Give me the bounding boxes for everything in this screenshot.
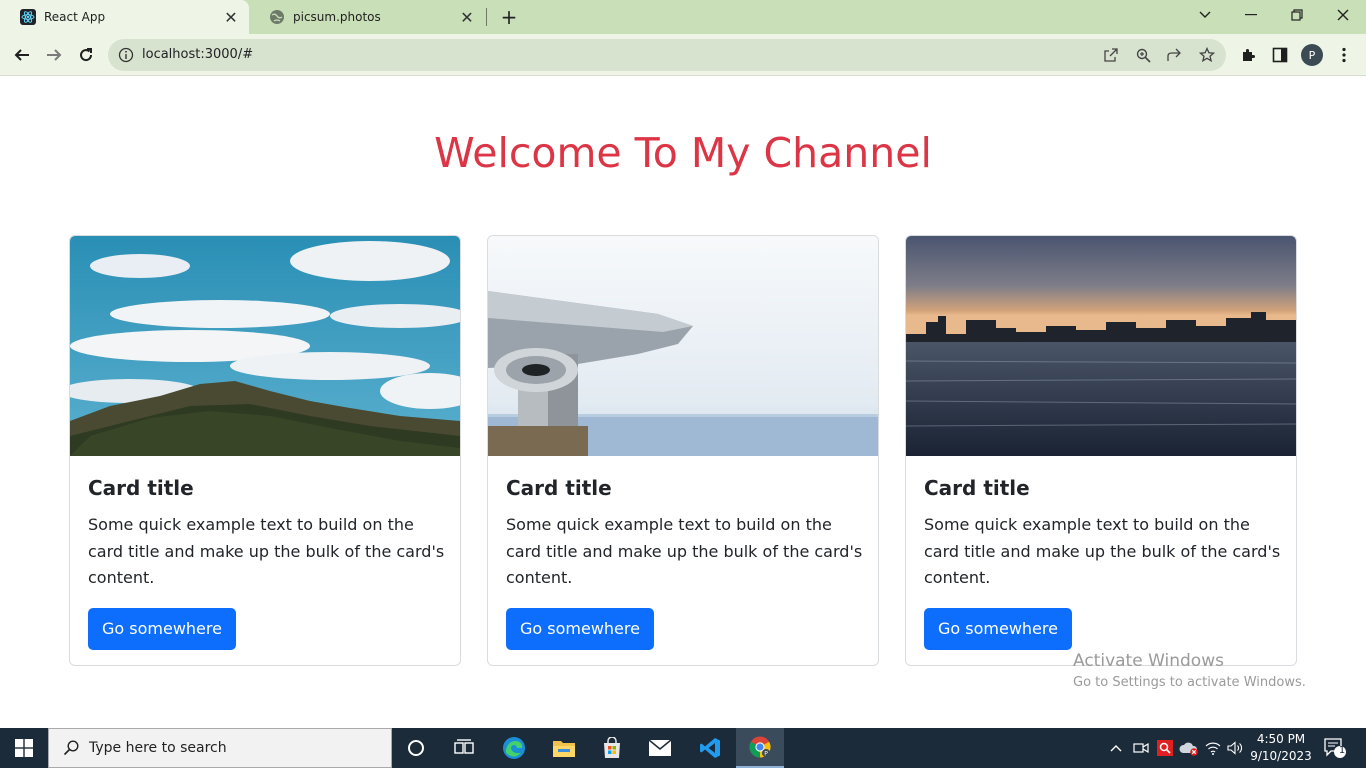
binocular-viewer-photo [488,236,878,456]
tab-title: React App [44,10,106,24]
globe-icon [269,9,285,25]
open-in-new-icon[interactable] [1103,47,1119,63]
clock-date: 9/10/2023 [1250,749,1312,763]
minimize-icon[interactable] [1228,0,1274,30]
mountain-clouds-photo [70,236,460,456]
volume-icon[interactable] [1226,738,1246,758]
extensions-icon[interactable] [1238,45,1258,65]
react-icon [20,9,36,25]
windows-start-icon[interactable] [0,728,48,768]
page-title: Welcome To My Channel [434,129,932,177]
go-somewhere-button[interactable]: Go somewhere [924,607,1072,650]
card-text: Some quick example text to build on the … [506,515,863,587]
watermark-subtitle: Go to Settings to activate Windows. [1073,675,1306,690]
tab-separator [486,8,487,26]
share-icon[interactable] [1167,47,1183,63]
card-text: Some quick example text to build on the … [88,515,445,587]
city-skyline-water-photo [906,236,1296,456]
address-bar[interactable]: localhost:3000/# [108,39,1226,71]
onedrive-error-icon[interactable] [1179,738,1199,758]
menu-kebab-icon[interactable] [1334,45,1354,65]
file-explorer-icon[interactable] [540,728,588,768]
card-text: Some quick example text to build on the … [924,515,1281,587]
browser-toolbar: localhost:3000/# P [0,34,1366,76]
side-panel-icon[interactable] [1270,45,1290,65]
edge-icon[interactable] [490,728,538,768]
taskbar-search-box[interactable]: Type here to search [48,728,392,768]
clock-time: 4:50 PM [1256,732,1306,746]
meet-now-icon[interactable] [1131,738,1151,758]
store-icon[interactable] [588,728,636,768]
back-icon[interactable] [7,40,37,70]
profile-avatar[interactable]: P [1301,44,1323,66]
card-title: Card title [924,476,1030,500]
bookmark-star-icon[interactable] [1199,47,1215,63]
tab-search-chevron-icon[interactable] [1182,0,1228,30]
notification-badge: 1 [1338,745,1346,756]
card-title: Card title [88,476,194,500]
restore-icon[interactable] [1274,0,1320,30]
search-placeholder: Type here to search [89,740,227,756]
new-tab-button[interactable]: + [497,5,521,29]
tab-picsum[interactable]: picsum.photos ✕ [249,0,485,34]
zoom-icon[interactable] [1135,47,1151,63]
card: Card title Some quick example text to bu… [69,235,461,666]
notification-center-icon[interactable]: 1 [1322,736,1348,760]
taskbar: Type here to search P 4:50 PM 9/10/2023 … [0,728,1366,768]
show-hidden-icons-chevron-icon[interactable] [1106,738,1126,758]
site-info-icon[interactable] [118,47,134,63]
watermark-title: Activate Windows [1073,651,1224,671]
card: Card title Some quick example text to bu… [905,235,1297,666]
card: Card title Some quick example text to bu… [487,235,879,666]
system-clock[interactable]: 4:50 PM 9/10/2023 [1248,731,1314,765]
wifi-icon[interactable] [1203,738,1223,758]
page-content: Welcome To My Channel Card title Some qu… [0,77,1366,728]
card-title: Card title [506,476,612,500]
chrome-icon[interactable]: P [736,728,784,768]
reload-icon[interactable] [71,40,101,70]
close-tab-icon[interactable]: ✕ [219,5,243,29]
vscode-icon[interactable] [686,728,734,768]
activate-windows-watermark: Activate Windows Go to Settings to activ… [1073,651,1306,690]
forward-icon[interactable] [39,40,69,70]
search-tool-red-icon[interactable] [1155,738,1175,758]
tab-strip: React App ✕ picsum.photos ✕ + [0,0,1366,34]
mail-icon[interactable] [636,728,684,768]
tab-title: picsum.photos [293,10,381,24]
cortana-icon[interactable] [392,728,440,768]
svg-text:P: P [764,751,768,758]
search-icon [61,738,81,758]
task-view-icon[interactable] [440,728,488,768]
url-text[interactable]: localhost:3000/# [142,47,253,62]
close-window-icon[interactable] [1320,0,1366,30]
tab-react-app[interactable]: React App ✕ [0,0,249,34]
go-somewhere-button[interactable]: Go somewhere [88,607,236,650]
go-somewhere-button[interactable]: Go somewhere [506,607,654,650]
close-tab-icon[interactable]: ✕ [455,5,479,29]
